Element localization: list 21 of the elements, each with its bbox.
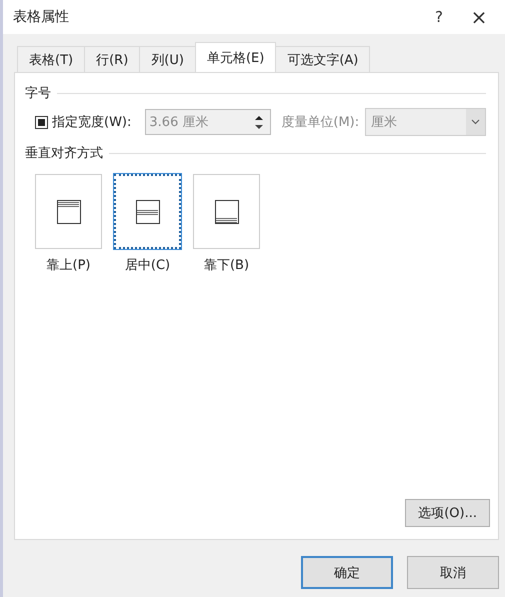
option-label: 靠下(B): [204, 257, 250, 274]
close-button[interactable]: ×: [459, 2, 499, 32]
tab[interactable]: 可选文字(A): [275, 46, 370, 72]
help-button[interactable]: ?: [419, 2, 459, 32]
section-title: 字号: [25, 85, 51, 102]
dialog-button[interactable]: 取消: [407, 556, 499, 589]
alignment-icon: [214, 200, 238, 224]
options-button[interactable]: 选项(O)...: [405, 499, 490, 527]
align-option[interactable]: [114, 174, 181, 249]
unit-label: 度量单位(M):: [281, 114, 360, 131]
tab[interactable]: 单元格(E): [194, 42, 276, 72]
option-label: 居中(C): [124, 257, 170, 274]
width-checkbox[interactable]: 指定宽度(W):: [35, 113, 132, 131]
option-label: 靠上(P): [46, 257, 90, 274]
section-title: 垂直对齐方式: [25, 145, 103, 162]
dialog-button[interactable]: 确定: [301, 556, 393, 589]
chevron-down-icon: [471, 119, 480, 125]
alignment-icon: [136, 200, 160, 224]
tab[interactable]: 表格(T): [17, 46, 86, 72]
alignment-icon: [56, 200, 80, 224]
window-title: 表格属性: [13, 8, 69, 26]
